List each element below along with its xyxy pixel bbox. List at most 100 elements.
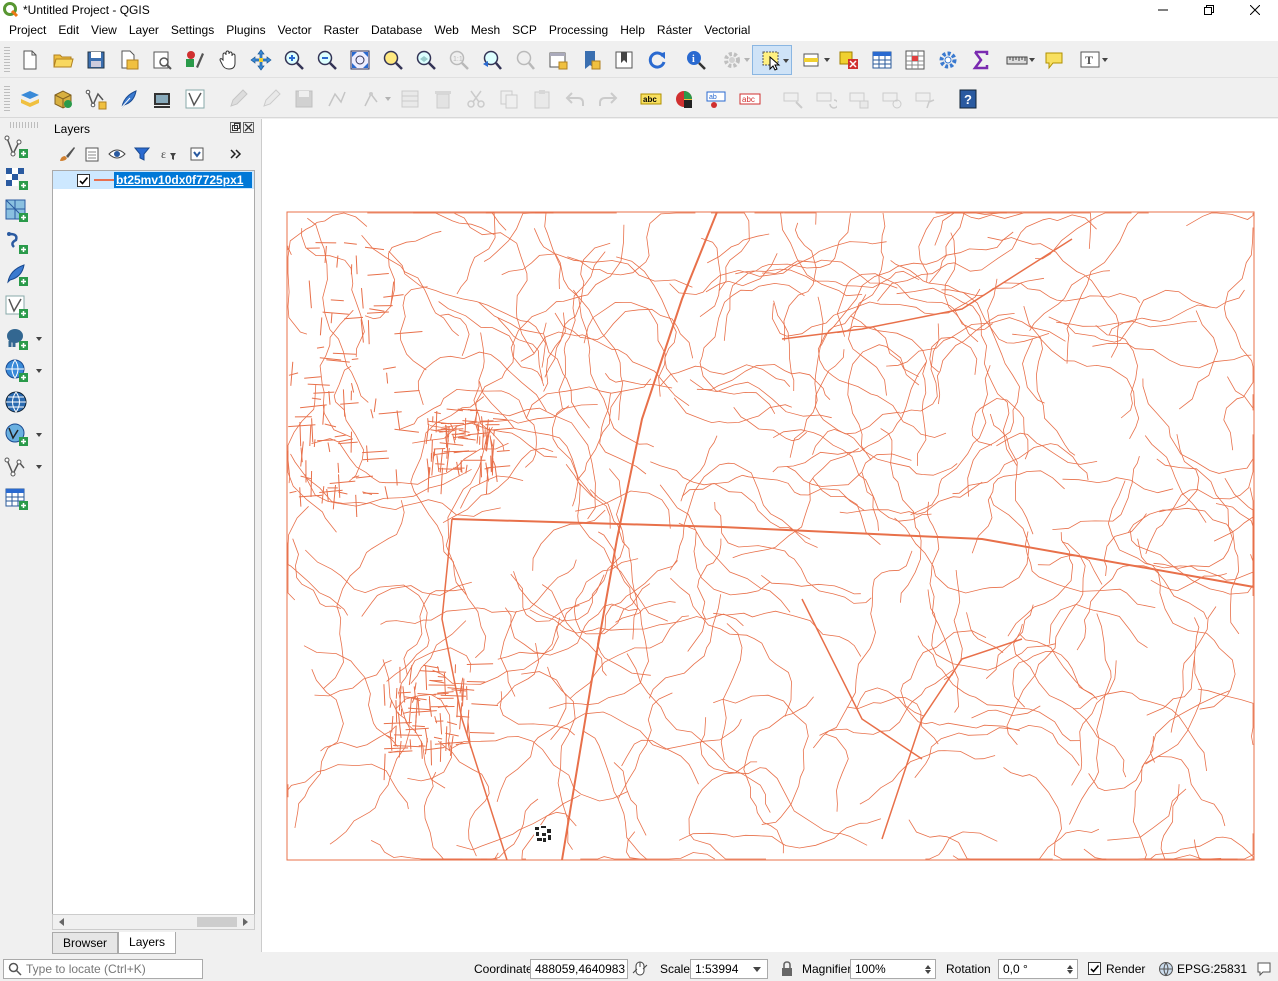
identify-features-button[interactable]: i <box>679 45 712 75</box>
menu-layer[interactable]: Layer <box>123 20 165 41</box>
zoom-to-selection-button[interactable] <box>376 45 409 75</box>
menu-plugins[interactable]: Plugins <box>220 20 271 41</box>
add-virtual-layer-button[interactable] <box>4 292 44 322</box>
show-hide-labels-button[interactable]: abc <box>733 84 766 114</box>
filter-expression-button[interactable]: ε <box>154 142 184 166</box>
add-spatialite-button[interactable] <box>4 260 44 290</box>
copy-features-button[interactable] <box>492 84 525 114</box>
add-vector-layer-button[interactable] <box>4 132 44 162</box>
messages-button[interactable] <box>1256 958 1272 979</box>
scroll-left-icon[interactable] <box>55 918 64 926</box>
manage-map-themes-button[interactable] <box>104 142 129 166</box>
new-geopackage-button[interactable] <box>46 84 79 114</box>
cut-features-button[interactable] <box>459 84 492 114</box>
more-tools-button[interactable] <box>223 142 248 166</box>
zoom-in-button[interactable] <box>277 45 310 75</box>
current-edits-button[interactable] <box>221 84 254 114</box>
menu-raster[interactable]: Raster <box>318 20 365 41</box>
minimize-button[interactable] <box>1140 0 1186 20</box>
menu-settings[interactable]: Settings <box>165 20 220 41</box>
menu-help[interactable]: Help <box>614 20 651 41</box>
rotation-spin-arrows-icon[interactable] <box>1065 960 1077 978</box>
open-project-button[interactable] <box>46 45 79 75</box>
field-calculator-button[interactable] <box>898 45 931 75</box>
new-project-button[interactable] <box>13 45 46 75</box>
new-bookmark-button[interactable] <box>574 45 607 75</box>
toolbar-handle[interactable] <box>4 46 10 73</box>
measure-line-button[interactable] <box>997 45 1037 75</box>
tab-layers[interactable]: Layers <box>118 932 177 954</box>
add-wfs-layer-button[interactable] <box>4 420 44 450</box>
statistical-summary-button[interactable] <box>964 45 997 75</box>
menu-view[interactable]: View <box>85 20 123 41</box>
magnifier-spin-arrows-icon[interactable] <box>923 960 935 978</box>
zoom-native-button[interactable]: 1:1 <box>442 45 475 75</box>
add-xyz-layer-button[interactable] <box>4 388 44 418</box>
move-label-button[interactable] <box>776 84 809 114</box>
layer-labeling-button[interactable]: abc <box>634 84 667 114</box>
map-canvas[interactable] <box>261 119 1278 952</box>
add-raster-layer-button[interactable] <box>4 164 44 194</box>
new-map-view-button[interactable] <box>541 45 574 75</box>
map-tips-button[interactable] <box>1037 45 1070 75</box>
text-annotation-button[interactable]: T <box>1070 45 1110 75</box>
paste-features-button[interactable] <box>525 84 558 114</box>
scale-combobox[interactable]: 1:53994 <box>690 958 768 979</box>
data-source-manager-button[interactable] <box>13 84 46 114</box>
add-group-button[interactable] <box>79 142 104 166</box>
save-as-button[interactable] <box>112 45 145 75</box>
toggle-extents-button[interactable] <box>632 958 648 979</box>
rotate-label-button[interactable] <box>809 84 842 114</box>
print-layout-button[interactable] <box>145 45 178 75</box>
label-properties-button[interactable] <box>908 84 941 114</box>
filter-legend-button[interactable] <box>129 142 154 166</box>
modify-attributes-button[interactable] <box>393 84 426 114</box>
scale-lock-button[interactable] <box>780 958 794 979</box>
render-toggle[interactable]: Render <box>1088 958 1145 979</box>
coordinate-field[interactable]: 488059,4640983 <box>530 958 628 979</box>
pin-labels-button[interactable]: ab <box>700 84 733 114</box>
panel-float-button[interactable] <box>230 122 241 133</box>
zoom-to-layer-button[interactable] <box>409 45 442 75</box>
menu-mesh[interactable]: Mesh <box>465 20 506 41</box>
virtual-layer-button[interactable] <box>145 84 178 114</box>
layer-tree[interactable]: bt25mv10dx0f7725px1 <box>52 170 255 918</box>
new-virtual-layer-button[interactable] <box>178 84 211 114</box>
add-postgis-button[interactable] <box>4 324 44 354</box>
show-bookmarks-button[interactable] <box>607 45 640 75</box>
layer-visibility-checkbox[interactable] <box>77 173 90 187</box>
layer-diagram-button[interactable] <box>667 84 700 114</box>
menu-database[interactable]: Database <box>365 20 428 41</box>
scroll-thumb[interactable] <box>197 917 237 927</box>
menu-edit[interactable]: Edit <box>52 20 85 41</box>
redo-button[interactable] <box>591 84 624 114</box>
menu-vector[interactable]: Vector <box>272 20 318 41</box>
expand-all-button[interactable] <box>184 142 209 166</box>
add-feature-button[interactable] <box>320 84 353 114</box>
processing-toolbox-button[interactable] <box>931 45 964 75</box>
layer-item[interactable]: bt25mv10dx0f7725px1 <box>53 171 254 189</box>
add-arcgis-layer-button[interactable] <box>4 452 44 482</box>
menu-project[interactable]: Project <box>3 20 52 41</box>
panel-close-button[interactable] <box>243 122 254 133</box>
new-shapefile-button[interactable] <box>79 84 112 114</box>
actions-button[interactable] <box>712 45 752 75</box>
menu-raster-es[interactable]: Ráster <box>651 20 698 41</box>
crs-button[interactable]: EPSG:25831 <box>1158 958 1247 979</box>
zoom-next-button[interactable] <box>508 45 541 75</box>
delete-selected-button[interactable] <box>426 84 459 114</box>
menu-vectorial[interactable]: Vectorial <box>698 20 756 41</box>
toolbar-handle-3[interactable] <box>10 122 38 128</box>
show-hide-label-button[interactable] <box>875 84 908 114</box>
menu-web[interactable]: Web <box>428 20 464 41</box>
layer-name[interactable]: bt25mv10dx0f7725px1 <box>114 172 252 188</box>
tab-browser[interactable]: Browser <box>52 932 119 954</box>
add-mesh-layer-button[interactable] <box>4 196 44 226</box>
pan-to-selection-button[interactable] <box>244 45 277 75</box>
menu-processing[interactable]: Processing <box>543 20 614 41</box>
add-wms-layer-button[interactable] <box>4 356 44 386</box>
help-button[interactable]: ? <box>951 84 984 114</box>
close-button[interactable] <box>1232 0 1278 20</box>
save-edits-button[interactable] <box>287 84 320 114</box>
new-attribute-table-button[interactable] <box>4 484 44 514</box>
